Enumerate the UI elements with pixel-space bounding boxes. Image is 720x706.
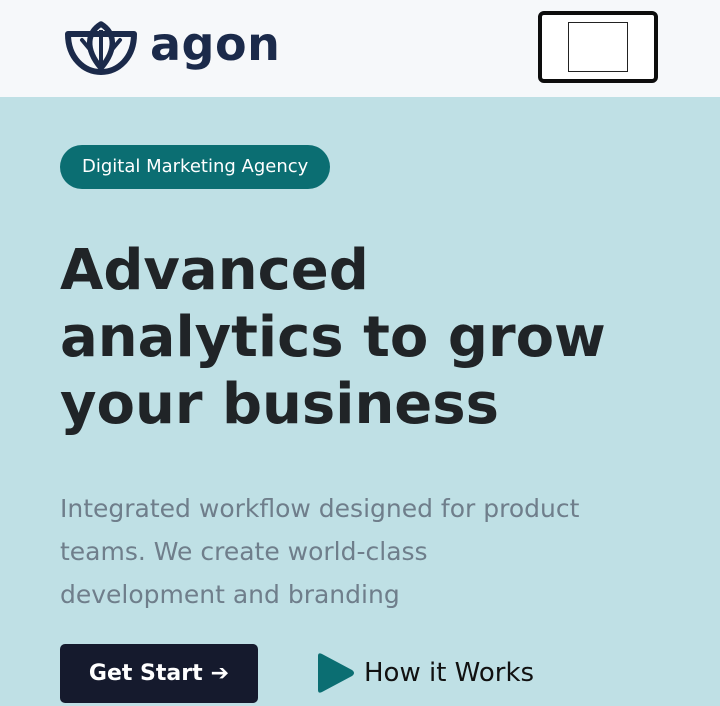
play-icon — [318, 653, 354, 693]
hero-description: Integrated workflow designed for product… — [60, 487, 680, 616]
headline-line: analytics to grow — [60, 305, 606, 370]
get-start-button[interactable]: Get Start ➔ — [60, 644, 258, 703]
description-line: teams. We create world-class — [60, 537, 428, 566]
menu-toggle-icon — [568, 22, 628, 72]
description-line: development and branding — [60, 580, 400, 609]
hero-headline: Advanced analytics to grow your business — [60, 237, 700, 438]
headline-line: Advanced — [60, 238, 369, 303]
arrow-right-icon: ➔ — [210, 661, 230, 686]
site-header: agon — [0, 0, 720, 97]
brand-logo[interactable]: agon — [62, 18, 280, 76]
get-start-label: Get Start — [88, 661, 203, 686]
how-it-works-button[interactable]: How it Works — [314, 652, 534, 694]
brand-name: agon — [150, 17, 281, 71]
how-it-works-label: How it Works — [364, 658, 535, 688]
headline-line: your business — [60, 372, 499, 437]
description-line: Integrated workflow designed for product — [60, 494, 580, 523]
hero-badge: Digital Marketing Agency — [60, 145, 331, 189]
leaf-shield-logo-icon — [65, 21, 137, 75]
menu-toggle-button[interactable] — [538, 11, 658, 83]
